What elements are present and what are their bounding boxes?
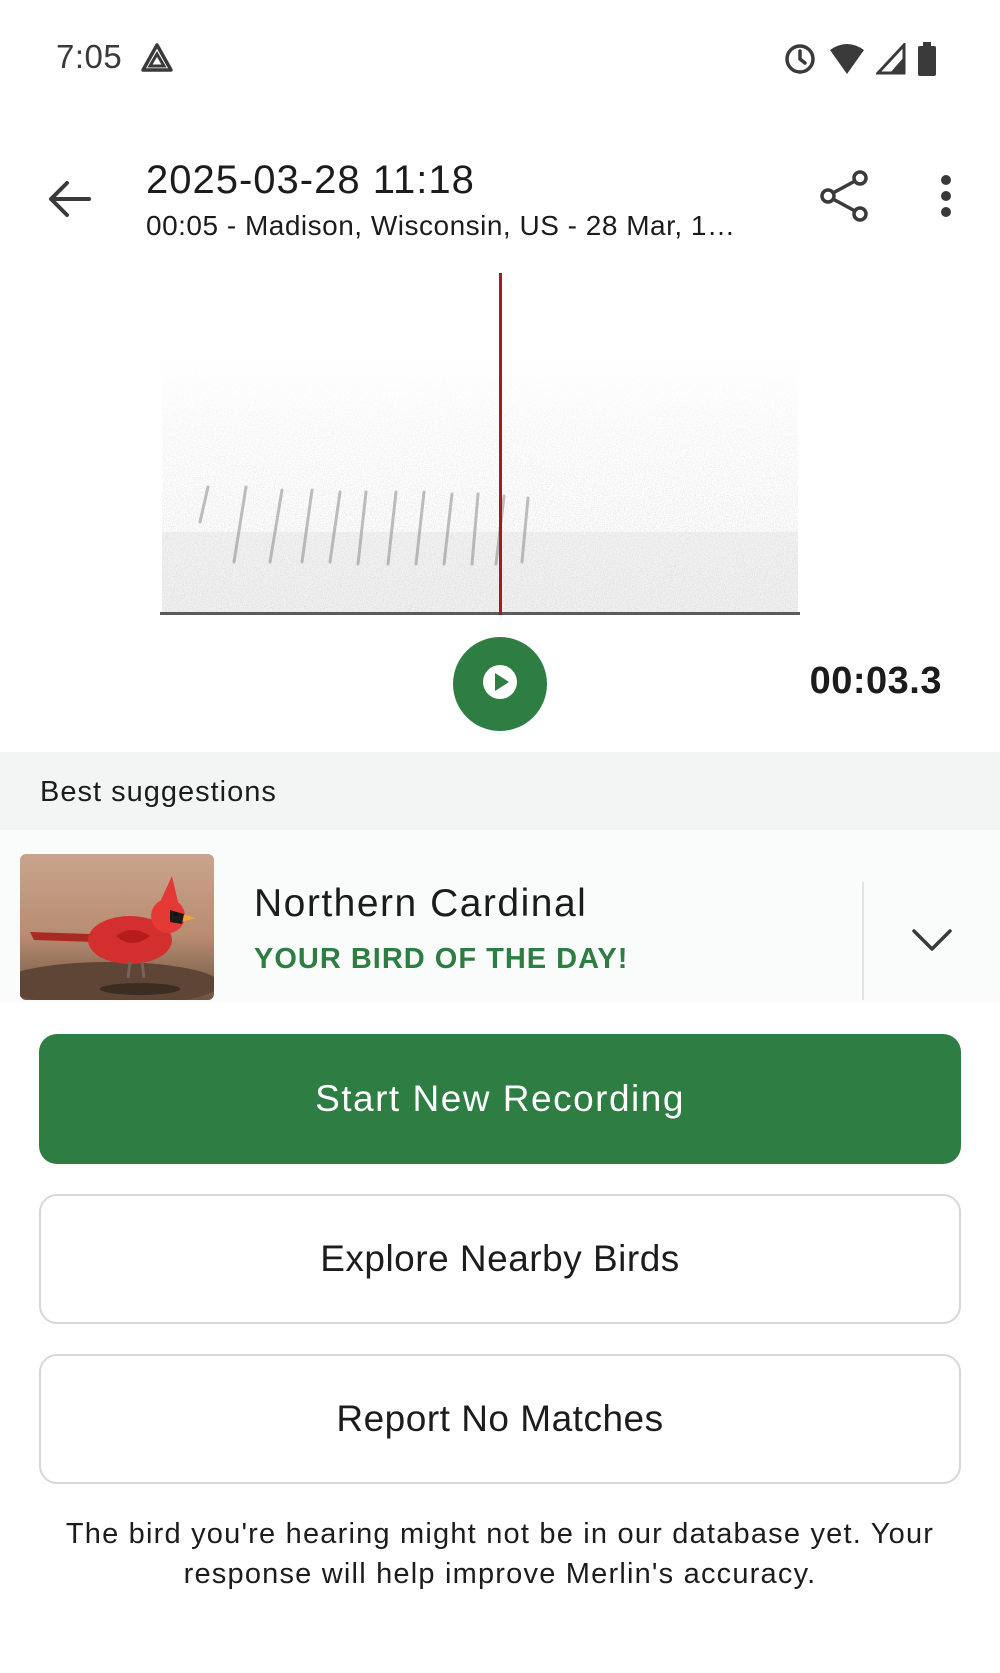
status-bar: 7:05 bbox=[0, 0, 1000, 118]
share-icon bbox=[818, 168, 870, 229]
alert-triangle-icon bbox=[140, 42, 176, 76]
footer-note: The bird you're hearing might not be in … bbox=[65, 1518, 935, 1590]
cell-signal-icon bbox=[876, 43, 906, 75]
recording-subtitle: 00:05 - Madison, Wisconsin, US - 28 Mar,… bbox=[146, 210, 736, 241]
start-new-recording-button[interactable]: Start New Recording bbox=[39, 1034, 961, 1164]
more-options-button[interactable] bbox=[918, 166, 974, 230]
expand-button[interactable] bbox=[900, 910, 964, 974]
share-button[interactable] bbox=[812, 166, 876, 230]
bird-name: Northern Cardinal bbox=[254, 882, 588, 925]
recording-title: 2025-03-28 11:18 bbox=[146, 158, 475, 202]
wifi-icon bbox=[828, 42, 866, 76]
battery-icon bbox=[916, 41, 938, 77]
playhead[interactable] bbox=[499, 273, 502, 615]
northern-cardinal-photo[interactable] bbox=[20, 854, 214, 1000]
explore-nearby-birds-button[interactable]: Explore Nearby Birds bbox=[39, 1194, 961, 1324]
back-button[interactable] bbox=[38, 170, 100, 232]
app-bar: 2025-03-28 11:18 00:05 - Madison, Wiscon… bbox=[0, 140, 1000, 260]
status-time: 7:05 bbox=[56, 38, 123, 75]
row-divider bbox=[862, 882, 864, 1000]
section-label: Best suggestions bbox=[40, 776, 277, 808]
suggestions-header: Best suggestions bbox=[0, 752, 1000, 830]
report-no-matches-button[interactable]: Report No Matches bbox=[39, 1354, 961, 1484]
back-arrow-icon bbox=[47, 179, 91, 224]
play-button[interactable] bbox=[453, 637, 547, 731]
chevron-down-icon bbox=[911, 927, 953, 958]
spectrogram[interactable] bbox=[160, 272, 800, 617]
bird-of-the-day-badge: YOUR BIRD OF THE DAY! bbox=[254, 943, 629, 975]
play-icon bbox=[480, 662, 520, 707]
suggestion-row[interactable]: Northern Cardinal YOUR BIRD OF THE DAY! bbox=[0, 830, 1000, 1002]
status-icons bbox=[782, 40, 938, 78]
more-vert-icon bbox=[940, 174, 952, 223]
playback-time: 00:03.3 bbox=[809, 660, 942, 702]
alarm-icon bbox=[782, 41, 818, 77]
